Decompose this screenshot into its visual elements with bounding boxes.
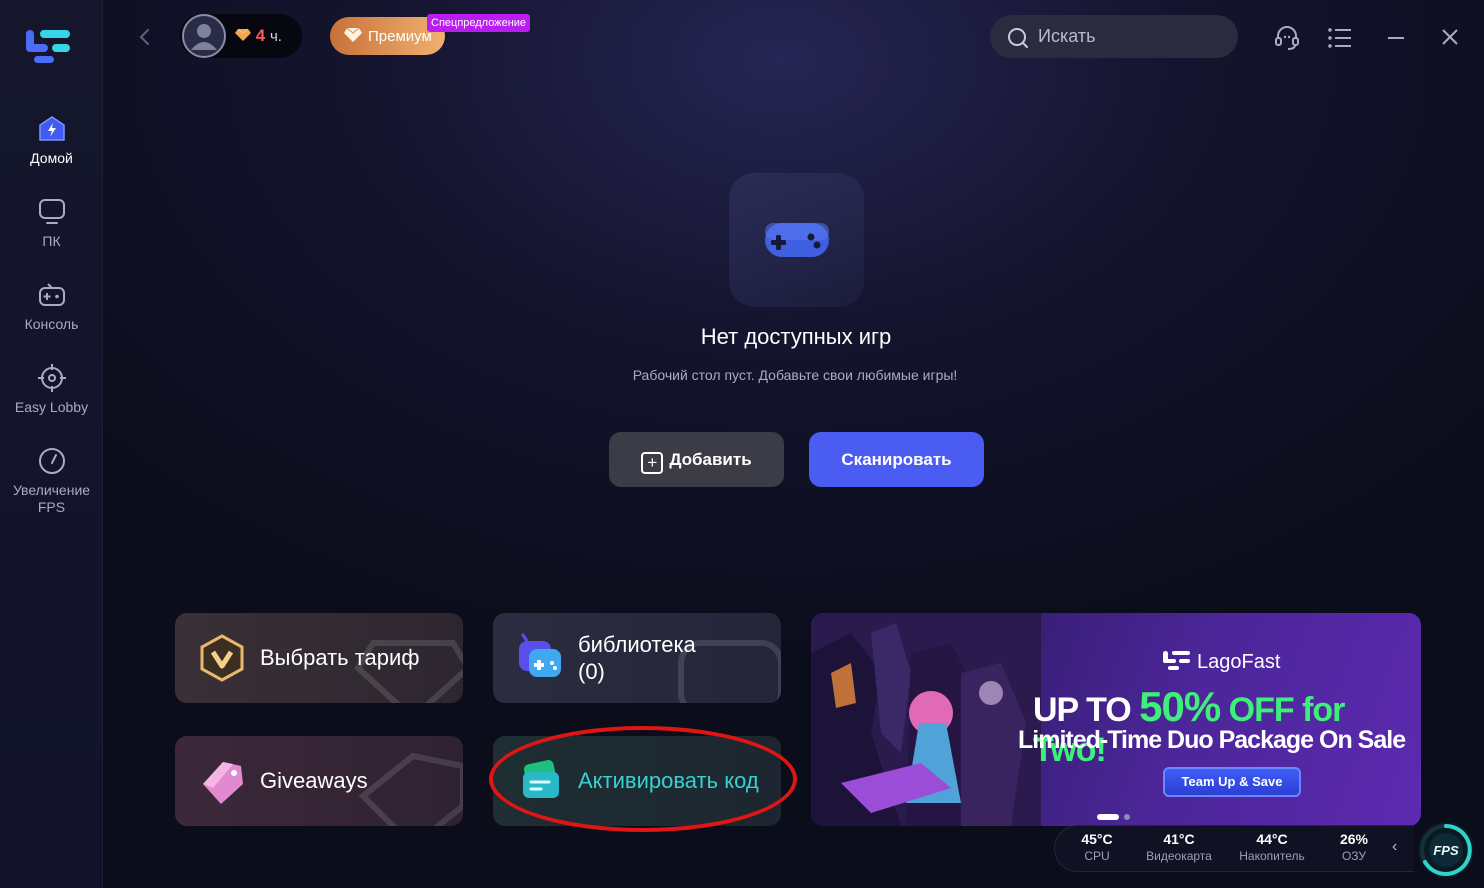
special-offer-badge: Спецпредложение: [427, 14, 531, 32]
banner-brand: LagoFast: [1163, 649, 1280, 674]
code-card-icon: [523, 760, 559, 798]
premium-label: Премиум: [368, 28, 432, 45]
monitor-icon: [38, 199, 65, 224]
promo-banner[interactable]: LagoFast UP TO 50% OFF for Two! Limited-…: [811, 613, 1421, 826]
support-headset-icon[interactable]: [1273, 24, 1301, 52]
gamepad-icon: [38, 283, 65, 306]
add-label: Добавить: [669, 450, 752, 469]
sidebar-item-label: ПК: [42, 233, 61, 249]
gamepad-icon: [765, 223, 829, 257]
team-up-button[interactable]: Team Up & Save: [1163, 767, 1301, 797]
chevron-left-icon[interactable]: ‹: [1392, 838, 1397, 856]
carousel-dot[interactable]: [1124, 814, 1130, 820]
search-input[interactable]: [1038, 15, 1223, 58]
stat-value: 41°C: [1163, 831, 1195, 847]
stat-label: Накопитель: [1239, 849, 1305, 863]
hours-unit: ч.: [269, 28, 282, 45]
tag-watermark-icon: [358, 752, 463, 826]
banner-subline: Limited-Time Duo Package On Sale: [1018, 726, 1406, 754]
diamond-icon: [235, 28, 251, 41]
menu-list-icon[interactable]: [1326, 24, 1354, 52]
scan-button[interactable]: Сканировать: [809, 432, 984, 487]
sidebar-item-home[interactable]: Домой: [0, 114, 103, 167]
sidebar-item-label: Easy Lobby: [14, 399, 89, 415]
sidebar-item-pc[interactable]: ПК: [0, 197, 103, 250]
disk-temp: 44°C Накопитель: [1232, 831, 1312, 863]
stat-label: Видеокарта: [1146, 849, 1212, 863]
empty-state-title: Нет доступных игр: [700, 324, 892, 349]
lagofast-logo: [26, 30, 70, 63]
game-library-icon: [519, 633, 561, 677]
back-arrow-icon[interactable]: [134, 26, 156, 48]
crosshair-icon: [37, 364, 66, 392]
cpu-temp: 45°C CPU: [1057, 831, 1137, 863]
remaining-hours: 4 ч.: [235, 26, 282, 46]
hardware-status-bar: 45°C CPU 41°C Видеокарта 44°C Накопитель…: [1054, 825, 1414, 872]
empty-state-subtitle: Рабочий стол пуст. Добавьте свои любимые…: [632, 367, 958, 383]
fps-label: FPS: [1433, 843, 1459, 858]
ram-usage: 26% ОЗУ: [1314, 831, 1394, 863]
fps-gauge-button[interactable]: FPS: [1416, 820, 1476, 880]
library-count: (0): [578, 659, 605, 684]
gift-tag-icon: [203, 762, 243, 804]
banner-discount: 50%: [1139, 683, 1221, 730]
banner-headline-prefix: UP TO: [1033, 691, 1132, 729]
stat-value: 45°C: [1081, 831, 1113, 847]
home-icon: [38, 116, 65, 141]
sidebar-item-easy-lobby[interactable]: Easy Lobby: [0, 363, 103, 416]
carousel-dots: [1097, 807, 1135, 825]
stat-label: CPU: [1084, 849, 1110, 863]
sidebar: Домой ПК Консоль Easy Lobby Увеличение F…: [0, 0, 103, 888]
giveaways-label: Giveaways: [260, 768, 368, 793]
activate-code-label: Активировать код: [578, 768, 759, 793]
carousel-dot-active[interactable]: [1097, 814, 1119, 820]
app-window: Домой ПК Консоль Easy Lobby Увеличение F…: [0, 0, 1484, 888]
game-characters-artwork: [811, 613, 1041, 826]
vip-badge-icon: [200, 634, 244, 682]
choose-plan-card[interactable]: Выбрать тариф: [175, 613, 463, 703]
gpu-temp: 41°C Видеокарта: [1139, 831, 1219, 863]
controller-watermark-icon: [678, 640, 781, 703]
search-icon: [1008, 28, 1028, 48]
add-game-button[interactable]: + Добавить: [609, 432, 784, 487]
sidebar-item-label: Увеличение FPS: [12, 482, 91, 515]
minimize-icon[interactable]: [1382, 24, 1410, 52]
plus-icon: +: [641, 452, 664, 474]
giveaways-card[interactable]: Giveaways: [175, 736, 463, 826]
sidebar-item-label: Консоль: [24, 316, 79, 332]
banner-brand-name: LagoFast: [1197, 651, 1281, 673]
user-account-pill[interactable]: 4 ч.: [180, 14, 302, 58]
hours-value: 4: [255, 26, 266, 45]
sidebar-item-label: Домой: [30, 150, 73, 166]
avatar[interactable]: [182, 14, 226, 58]
diamond-icon: [344, 27, 362, 42]
sidebar-item-fps-boost[interactable]: Увеличение FPS: [0, 446, 103, 516]
library-card[interactable]: библиотека (0): [493, 613, 781, 703]
search-box[interactable]: [990, 15, 1238, 58]
lagofast-mark-icon: [1163, 651, 1190, 670]
stat-value: 26%: [1339, 831, 1369, 847]
activate-code-card[interactable]: Активировать код: [493, 736, 781, 826]
stat-label: ОЗУ: [1341, 849, 1367, 863]
stat-value: 44°C: [1256, 831, 1288, 847]
no-games-illustration: [729, 173, 864, 307]
user-icon: [191, 24, 217, 50]
close-icon[interactable]: [1436, 24, 1464, 52]
speedometer-icon: [38, 448, 65, 474]
diamond-watermark-icon: [354, 640, 463, 703]
sidebar-item-console[interactable]: Консоль: [0, 280, 103, 333]
